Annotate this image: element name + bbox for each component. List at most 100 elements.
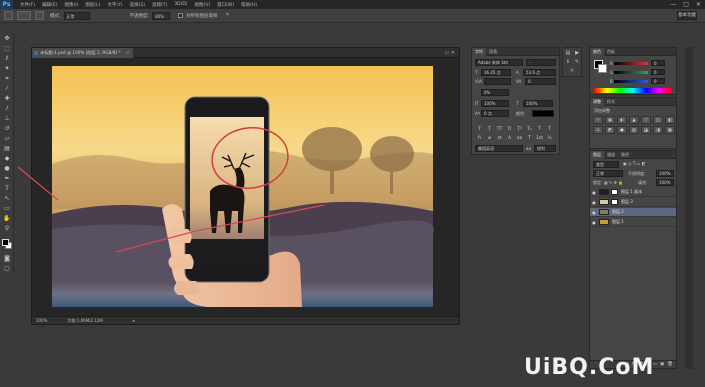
ligature-button[interactable]: fi — [476, 135, 483, 142]
strikethrough-button[interactable]: T — [546, 126, 553, 133]
minimize-icon[interactable]: — — [670, 0, 676, 9]
menu-layer[interactable]: 图层(L) — [85, 2, 100, 8]
red-channel-slider[interactable]: R 0 — [610, 60, 665, 66]
document-tab[interactable]: 未标题-1.psd @ 100% (图层 2, RGB/8) * × — [32, 47, 134, 58]
superscript-button[interactable]: T¹ — [516, 126, 523, 133]
type-tool-icon[interactable]: T — [2, 184, 12, 193]
tab-swatches[interactable]: 色板 — [604, 49, 618, 55]
tab-styles[interactable]: 样式 — [604, 99, 618, 105]
maximize-icon[interactable]: □ — [683, 0, 689, 9]
quick-select-tool-icon[interactable]: ✦ — [2, 64, 12, 73]
file-info[interactable]: 文档:1.06M/2.12M — [67, 318, 102, 324]
eyedropper-tool-icon[interactable]: ⁄ — [2, 84, 12, 93]
faux-italic-button[interactable]: T — [486, 126, 493, 133]
small-caps-button[interactable]: Tr — [506, 126, 513, 133]
faux-bold-button[interactable]: T — [476, 126, 483, 133]
color-lookup-icon[interactable]: ▨ — [629, 126, 639, 134]
leading-field[interactable]: 53.6 点 — [523, 69, 556, 76]
baseline-field[interactable]: 0 点 — [481, 110, 509, 117]
layer-name[interactable]: 图层 3 — [621, 199, 633, 205]
menu-select[interactable]: 选择(S) — [130, 2, 145, 8]
canvas-image[interactable] — [32, 59, 459, 316]
path-select-tool-icon[interactable]: ↖ — [2, 194, 12, 203]
tab-channels[interactable]: 通道 — [604, 152, 618, 158]
brush-size-icon[interactable] — [17, 11, 31, 20]
tab-paragraph[interactable]: 段落 — [486, 49, 500, 55]
tab-layers[interactable]: 图层 — [590, 150, 604, 159]
menu-type[interactable]: 文字(Y) — [107, 2, 122, 8]
black-white-icon[interactable]: ⚖ — [593, 126, 603, 134]
sample-all-layers-checkbox[interactable] — [178, 13, 184, 18]
visibility-eye-icon[interactable]: ● — [591, 210, 597, 215]
gradient-map-icon[interactable]: ▩ — [665, 126, 675, 134]
tab-paths[interactable]: 路径 — [618, 152, 632, 158]
gradient-tool-icon[interactable]: ▤ — [2, 144, 12, 153]
menu-image[interactable]: 图像(I) — [64, 2, 78, 8]
curves-icon[interactable]: ◐ — [617, 116, 627, 124]
posterize-icon[interactable]: ◨ — [653, 126, 663, 134]
hue-saturation-icon[interactable]: ◫ — [653, 116, 663, 124]
antialias-select[interactable]: 锐利 — [534, 145, 556, 152]
status-menu-icon[interactable]: ▸ — [133, 318, 135, 323]
subscript-button[interactable]: T₁ — [526, 126, 533, 133]
foreground-color-swatch[interactable] — [2, 239, 9, 246]
fill-field[interactable]: 100% — [656, 179, 674, 186]
blur-tool-icon[interactable]: ◆ — [2, 154, 12, 163]
marquee-tool-icon[interactable]: ⬚ — [2, 44, 12, 53]
properties-panel-icon[interactable]: ✎ — [573, 59, 581, 66]
hand-tool-icon[interactable]: ✋ — [2, 214, 12, 223]
blend-mode-select[interactable]: 正常 — [593, 170, 623, 177]
invert-icon[interactable]: ◪ — [641, 126, 651, 134]
canvas-area[interactable] — [32, 59, 459, 316]
color-panel-background-swatch[interactable] — [598, 64, 607, 73]
layer-filter-select[interactable]: 类型 — [593, 161, 619, 168]
opacity-field[interactable]: 80% — [152, 11, 171, 20]
layer-name[interactable]: 图层 2 — [612, 209, 624, 215]
mode-select[interactable]: 正常 — [63, 11, 90, 20]
zoom-level[interactable]: 100% — [36, 318, 47, 323]
dodge-tool-icon[interactable]: ● — [2, 164, 12, 173]
layer-row-selected[interactable]: ● 图层 2 — [590, 208, 676, 217]
brush-panel-icon[interactable] — [35, 11, 44, 20]
blue-channel-slider[interactable]: B 0 — [610, 78, 665, 84]
vibrance-icon[interactable]: ▽ — [641, 116, 651, 124]
tab-adjustments[interactable]: 调整 — [590, 97, 604, 106]
close-icon[interactable]: ✕ — [696, 0, 701, 9]
green-gradient-bar[interactable] — [614, 70, 648, 74]
pressure-icon[interactable]: ✎ — [226, 13, 230, 18]
ot-button-8[interactable]: ½ — [546, 135, 553, 142]
blue-value[interactable]: 0 — [651, 78, 665, 84]
ot-button-6[interactable]: T — [526, 135, 533, 142]
ot-button-5[interactable]: aa — [516, 135, 523, 142]
visibility-eye-icon[interactable]: ● — [591, 220, 597, 225]
font-family-select[interactable]: Adobe 宋体 Std — [475, 59, 523, 66]
clone-stamp-tool-icon[interactable]: ⊥ — [2, 114, 12, 123]
color-spectrum-bar[interactable] — [594, 88, 672, 93]
brightness-icon[interactable]: ☼ — [593, 116, 603, 124]
font-style-select[interactable]: - — [526, 59, 556, 66]
blue-gradient-bar[interactable] — [614, 79, 648, 83]
layer-row[interactable]: ● 图层 3 — [590, 198, 676, 207]
new-layer-icon[interactable]: ▣ — [660, 362, 664, 367]
lasso-tool-icon[interactable]: ℓ — [2, 54, 12, 63]
red-value[interactable]: 0 — [651, 60, 665, 66]
kerning-field[interactable] — [484, 78, 511, 85]
eraser-tool-icon[interactable]: ▱ — [2, 134, 12, 143]
layer-opacity-field[interactable]: 100% — [656, 170, 674, 177]
info-panel-icon[interactable]: ℹ — [564, 59, 572, 66]
visibility-eye-icon[interactable]: ● — [591, 200, 597, 205]
quick-mask-icon[interactable]: ◙ — [2, 254, 12, 263]
move-tool-icon[interactable]: ✥ — [2, 34, 12, 43]
menu-edit[interactable]: 编辑(E) — [42, 2, 57, 8]
menu-window[interactable]: 窗口(W) — [217, 2, 234, 8]
layer-mask-thumbnail[interactable] — [611, 199, 618, 205]
document-window-controls[interactable]: ▭ ✕ — [444, 48, 455, 58]
visibility-eye-icon[interactable]: ● — [591, 190, 597, 195]
actions-panel-icon[interactable]: ▶ — [573, 50, 581, 57]
workspace-select[interactable]: 基本功能 — [677, 11, 697, 20]
tsume-field[interactable]: 0% — [481, 89, 509, 96]
exposure-icon[interactable]: ▲ — [629, 116, 639, 124]
green-channel-slider[interactable]: G 0 — [610, 69, 665, 75]
brush-panel-icon[interactable]: ☼ — [568, 68, 576, 75]
font-size-field[interactable]: 36.45 点 — [481, 69, 511, 76]
